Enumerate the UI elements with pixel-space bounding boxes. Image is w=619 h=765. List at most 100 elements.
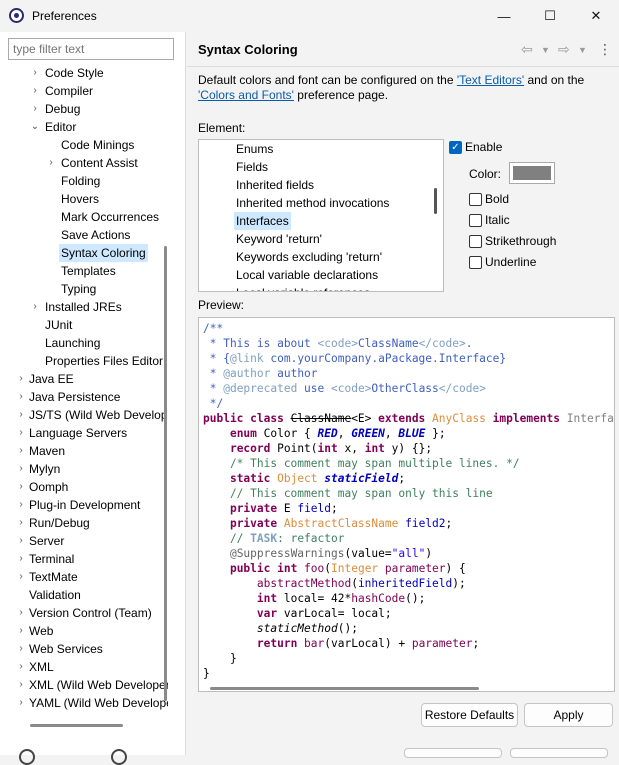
expand-chevron-icon[interactable]: › [16,478,26,496]
expand-chevron-icon[interactable]: › [16,532,26,550]
expand-chevron-icon[interactable]: › [16,496,26,514]
tree-item[interactable]: Typing [0,280,168,298]
tree-item[interactable]: › Oomph [0,478,168,496]
tree-item[interactable]: › Java EE [0,370,168,388]
import-icon[interactable] [111,749,127,765]
element-list-item[interactable]: Enums [236,140,273,158]
tree-item[interactable]: › Mylyn [0,460,168,478]
back-arrow-icon[interactable]: ⇦ [521,41,533,58]
tree-item[interactable]: Folding [0,172,168,190]
more-menu-icon[interactable]: ⋮ [598,41,612,58]
code-token: ; [398,472,406,485]
cancel-button[interactable] [510,748,608,758]
expand-chevron-icon[interactable]: › [16,658,26,676]
preview-horizontal-scrollbar[interactable] [210,687,479,690]
element-list-item[interactable]: Keywords excluding 'return' [236,248,382,266]
expand-chevron-icon[interactable]: › [16,514,26,532]
tree-item[interactable]: › Run/Debug [0,514,168,532]
tree-item[interactable]: › JS/TS (Wild Web Developer) [0,406,168,424]
colors-and-fonts-link[interactable]: 'Colors and Fonts' [198,88,294,102]
tree-item[interactable]: › TextMate [0,568,168,586]
tree-item[interactable]: › Terminal [0,550,168,568]
tree-horizontal-scrollbar[interactable] [30,724,123,727]
tree-item[interactable]: › Web [0,622,168,640]
filter-input[interactable] [8,38,174,60]
element-list-scrollbar[interactable] [434,188,437,214]
tree-item[interactable]: › Content Assist [0,154,168,172]
code-token: @deprecated [223,382,298,395]
expand-chevron-icon[interactable]: › [16,550,26,568]
strikethrough-check-box[interactable] [469,235,482,248]
enable-check-icon[interactable]: ✓ [449,141,462,154]
tree-item[interactable]: Syntax Coloring [0,244,168,262]
underline-check-box[interactable] [469,256,482,269]
apply-button[interactable]: Apply [524,703,613,727]
close-button[interactable]: ✕ [573,0,619,32]
tree-item[interactable]: Validation [0,586,168,604]
element-list-item[interactable]: Local variable declarations [236,266,378,284]
expand-chevron-icon[interactable]: › [16,370,26,388]
element-list-item[interactable]: Interfaces [234,212,291,230]
tree-item[interactable]: › Installed JREs [0,298,168,316]
back-menu-chevron-icon[interactable]: ▼ [541,45,550,55]
tree-item[interactable]: › XML (Wild Web Developer) [0,676,168,694]
tree-item[interactable]: Hovers [0,190,168,208]
expand-chevron-icon[interactable]: › [16,460,26,478]
tree-item[interactable]: › Language Servers [0,424,168,442]
element-list-item[interactable]: Fields [236,158,268,176]
expand-chevron-icon[interactable]: › [16,640,26,658]
tree-item[interactable]: › Code Style [0,64,168,82]
text-editors-link[interactable]: 'Text Editors' [457,73,524,87]
tree-item[interactable]: › Compiler [0,82,168,100]
tree-item[interactable]: › Maven [0,442,168,460]
color-picker-button[interactable] [509,162,555,184]
tree-item[interactable]: Launching [0,334,168,352]
bold-check-box[interactable] [469,193,482,206]
expand-chevron-icon[interactable]: › [30,100,40,118]
tree-item[interactable]: › Web Services [0,640,168,658]
expand-chevron-icon[interactable]: › [30,298,40,316]
maximize-button[interactable]: ☐ [527,0,573,32]
element-list-item[interactable]: Keyword 'return' [236,230,322,248]
tree-item[interactable]: › XML [0,658,168,676]
expand-chevron-icon[interactable]: › [16,568,26,586]
expand-chevron-icon[interactable]: › [30,82,40,100]
apply-and-close-button[interactable] [404,748,502,758]
expand-chevron-icon[interactable]: › [30,64,40,82]
restore-defaults-button[interactable]: Restore Defaults [421,703,518,727]
expand-chevron-icon[interactable]: › [16,442,26,460]
tree-item[interactable]: › Server [0,532,168,550]
tree-item[interactable]: JUnit [0,316,168,334]
expand-chevron-icon[interactable]: › [16,424,26,442]
tree-item[interactable]: Code Minings [0,136,168,154]
tree-item[interactable]: › Plug-in Development [0,496,168,514]
tree-item[interactable]: › YAML (Wild Web Developer) [0,694,168,712]
expand-chevron-icon[interactable]: › [16,694,26,712]
minimize-button[interactable]: — [481,0,527,32]
italic-check-box[interactable] [469,214,482,227]
expand-chevron-icon[interactable]: › [16,622,26,640]
expand-chevron-icon[interactable]: › [16,676,26,694]
forward-menu-chevron-icon[interactable]: ▼ [578,45,587,55]
tree-item[interactable]: Properties Files Editor [0,352,168,370]
expand-chevron-icon[interactable]: › [16,406,26,424]
tree-item[interactable]: Save Actions [0,226,168,244]
tree-item[interactable]: › Debug [0,100,168,118]
expand-chevron-icon[interactable]: › [16,388,26,406]
element-list-item[interactable]: Local variable references [236,284,370,291]
tree-item[interactable]: Mark Occurrences [0,208,168,226]
tree-vertical-scrollbar[interactable] [164,246,167,701]
expand-chevron-icon[interactable]: › [16,604,26,622]
element-list-item[interactable]: Inherited method invocations [236,194,389,212]
tree-item[interactable]: › Java Persistence [0,388,168,406]
element-list-item[interactable]: Inherited fields [236,176,314,194]
expand-chevron-icon[interactable]: › [46,154,56,172]
collapse-chevron-icon[interactable]: ⌄ [30,118,40,136]
help-icon[interactable] [19,749,35,765]
tree-item[interactable]: Templates [0,262,168,280]
forward-arrow-icon[interactable]: ⇨ [558,41,570,58]
tree-item[interactable]: › Version Control (Team) [0,604,168,622]
element-list[interactable]: Enums Fields Inherited fields Inherited met… [198,139,444,292]
tree-item[interactable]: ⌄ Editor [0,118,168,136]
